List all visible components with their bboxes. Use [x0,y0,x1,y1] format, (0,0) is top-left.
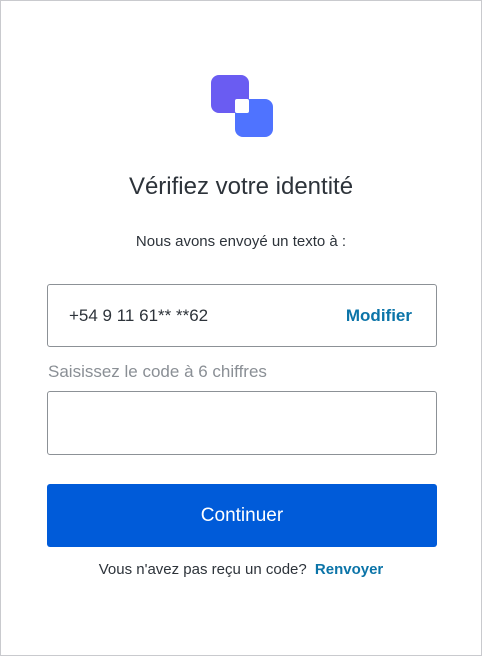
code-input[interactable] [47,391,437,455]
phone-number-box: +54 9 11 61** **62 Modifier [47,284,437,347]
overlapping-squares-logo-icon [211,75,273,137]
resend-row: Vous n'avez pas reçu un code? Renvoyer [1,559,481,581]
continue-button[interactable]: Continuer [47,484,437,547]
verification-card: Vérifiez votre identité Nous avons envoy… [0,0,482,656]
sms-sent-text: Nous avons envoyé un texto à : [135,233,347,250]
resend-prompt: Vous n'avez pas reçu un code? [98,561,307,578]
resend-link[interactable]: Renvoyer [315,561,383,578]
code-field-label: Saisissez le code à 6 chiffres [48,362,267,381]
page-title: Vérifiez votre identité [128,173,354,200]
logo-overlap-square [235,99,249,113]
phone-number: +54 9 11 61** **62 [69,305,209,325]
modify-phone-link[interactable]: Modifier [346,306,412,326]
